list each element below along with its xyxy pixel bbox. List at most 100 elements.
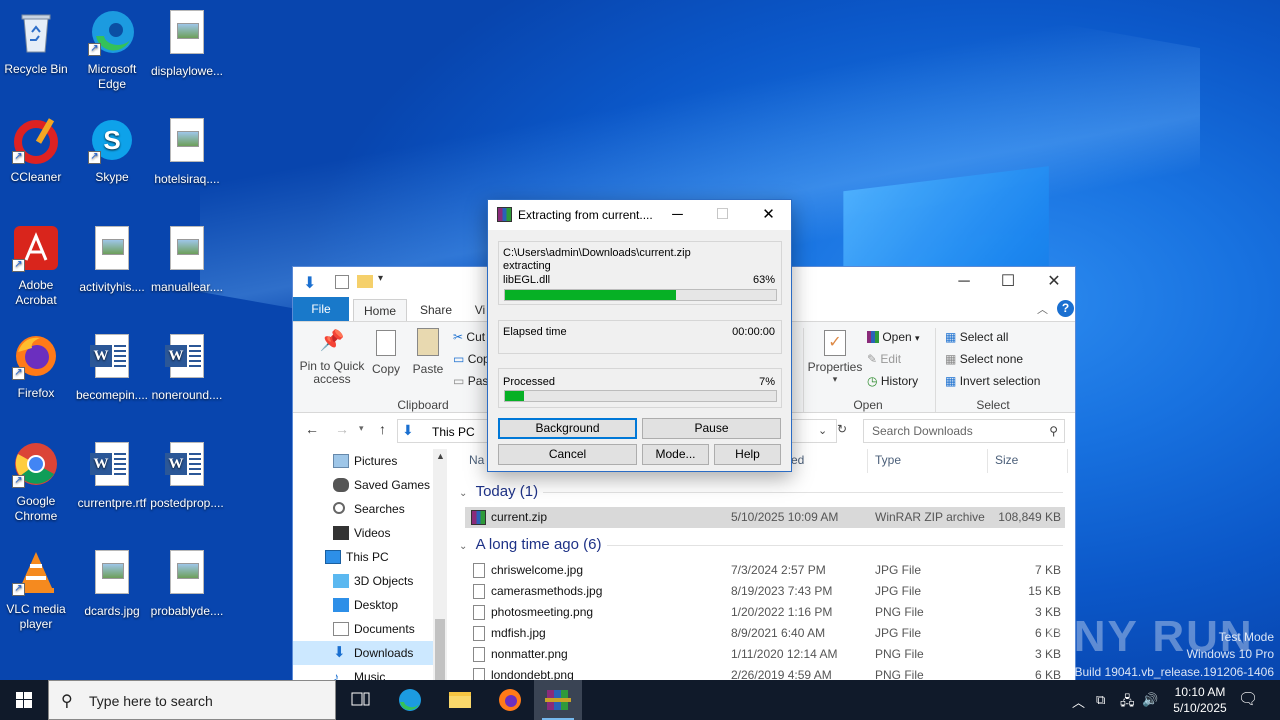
nav-item-this-pc[interactable]: This PC bbox=[293, 545, 433, 569]
desktop-icon-acrobat[interactable]: ↗ Adobe Acrobat bbox=[0, 224, 74, 308]
column-type[interactable]: Type bbox=[875, 453, 901, 467]
refresh-icon[interactable]: ↻ bbox=[837, 422, 847, 436]
search-downloads-input[interactable]: Search Downloads ⚲ bbox=[863, 419, 1065, 443]
taskbar-file-explorer[interactable] bbox=[436, 680, 484, 720]
desktop-icon-recycle-bin[interactable]: Recycle Bin bbox=[0, 8, 74, 77]
nav-item-desktop[interactable]: Desktop bbox=[293, 593, 433, 617]
open-button[interactable]: Open ▾ bbox=[867, 330, 920, 344]
nav-item-3d-objects[interactable]: 3D Objects bbox=[293, 569, 433, 593]
help-icon[interactable]: ? bbox=[1057, 300, 1074, 317]
group-header-today[interactable]: ⌄ Today (1) bbox=[459, 483, 1063, 500]
tab-home[interactable]: Home bbox=[353, 299, 407, 321]
help-button[interactable]: Help bbox=[714, 444, 781, 465]
start-button[interactable] bbox=[0, 680, 48, 720]
searches-icon bbox=[333, 502, 345, 514]
nav-item-saved-games[interactable]: Saved Games bbox=[293, 473, 433, 497]
nav-item-downloads[interactable]: ⬇ Downloads bbox=[293, 641, 433, 665]
firefox-icon: ↗ bbox=[12, 332, 60, 380]
file-row[interactable]: camerasmethods.jpg 8/19/2023 7:43 PM JPG F… bbox=[465, 581, 1065, 602]
total-progress-panel: Processed 7% bbox=[498, 368, 782, 408]
copy-path-button[interactable]: ▭ Cop bbox=[453, 352, 490, 366]
icon-label: probablyde.... bbox=[150, 604, 224, 618]
desktop-icon-edge[interactable]: ↗ Microsoft Edge bbox=[74, 8, 150, 92]
maximize-button[interactable]: ☐ bbox=[985, 267, 1031, 297]
desktop-icon-file[interactable]: manuallear.... bbox=[149, 224, 225, 295]
notifications-icon[interactable]: 🗨 bbox=[1238, 689, 1258, 709]
address-dropdown-icon[interactable]: ⌄ bbox=[818, 424, 827, 437]
desktop-icon-word-doc[interactable]: W noneround.... bbox=[149, 332, 225, 403]
properties-quick-icon[interactable] bbox=[335, 275, 349, 289]
new-folder-quick-icon[interactable] bbox=[357, 275, 373, 288]
desktop-icon-file[interactable]: dcards.jpg bbox=[74, 548, 150, 619]
volume-icon[interactable]: 🔊 bbox=[1142, 692, 1158, 708]
desktop-icon-file[interactable]: probablyde.... bbox=[149, 548, 225, 619]
back-arrow-icon[interactable]: ← bbox=[305, 421, 319, 437]
file-row[interactable]: mdfish.jpg 8/9/2021 6:40 AM JPG File 6 KB bbox=[465, 623, 1065, 644]
mode-button[interactable]: Mode... bbox=[642, 444, 709, 465]
column-size[interactable]: Size bbox=[995, 453, 1018, 467]
desktop-icon-file[interactable]: hotelsiraq.... bbox=[149, 116, 225, 187]
taskbar-firefox[interactable] bbox=[486, 680, 534, 720]
dialog-close-button[interactable]: ✕ bbox=[746, 200, 791, 230]
pause-button[interactable]: Pause bbox=[642, 418, 781, 439]
nav-item-pictures[interactable]: Pictures bbox=[293, 449, 433, 473]
paste-button[interactable]: Paste bbox=[411, 328, 445, 376]
properties-button[interactable]: ✓ Properties ▾ bbox=[807, 330, 863, 385]
close-button[interactable]: ✕ bbox=[1031, 267, 1077, 297]
column-name[interactable]: Na bbox=[469, 453, 484, 467]
copy-button[interactable]: Copy bbox=[369, 328, 403, 376]
select-all-button[interactable]: ▦ Select all bbox=[945, 330, 1008, 344]
file-row[interactable]: nonmatter.png 1/11/2020 12:14 AM PNG File 3… bbox=[465, 644, 1065, 665]
quick-access-down-arrow-icon[interactable]: ⬇ bbox=[303, 273, 316, 293]
desktop-icon-word-doc[interactable]: W currentpre.rtf bbox=[74, 440, 150, 511]
desktop-icon-word-doc[interactable]: W becomepin.... bbox=[74, 332, 150, 403]
file-row[interactable]: photosmeeting.png 1/20/2022 1:16 PM PNG Fi… bbox=[465, 602, 1065, 623]
desktop-icon-chrome[interactable]: ↗ Google Chrome bbox=[0, 440, 74, 524]
quick-access-dropdown-icon[interactable]: ▾ bbox=[378, 273, 383, 284]
desktop-icon-ccleaner[interactable]: ↗ CCleaner bbox=[0, 116, 74, 185]
ribbon-collapse-icon[interactable]: ︿ bbox=[1037, 301, 1048, 317]
task-view-button[interactable] bbox=[336, 680, 384, 720]
desktop-icon-word-doc[interactable]: W postedprop.... bbox=[149, 440, 225, 511]
column-date-modified[interactable]: ed bbox=[791, 453, 804, 467]
network-icon[interactable]: 🖧 bbox=[1120, 692, 1135, 714]
group-header-long-ago[interactable]: ⌄ A long time ago (6) bbox=[459, 536, 1063, 553]
tab-share[interactable]: Share bbox=[411, 299, 461, 321]
desktop-icon-vlc[interactable]: ↗ VLC media player bbox=[0, 548, 74, 632]
paste-shortcut-button[interactable]: ▭ Pas bbox=[453, 374, 488, 388]
tab-file[interactable]: File bbox=[293, 297, 349, 321]
icon-label: Skype bbox=[95, 170, 129, 184]
scrollbar-thumb[interactable] bbox=[435, 619, 445, 685]
taskbar-search-box[interactable]: ⚲ Type here to search bbox=[48, 680, 336, 720]
taskbar-clock[interactable]: 10:10 AM 5/10/2025 bbox=[1160, 684, 1240, 716]
cut-button[interactable]: ✂ Cut bbox=[453, 330, 485, 344]
history-button[interactable]: ◷ History bbox=[867, 374, 918, 388]
dialog-minimize-button[interactable]: ─ bbox=[655, 200, 700, 230]
meet-now-icon[interactable]: ⧉ bbox=[1096, 692, 1105, 708]
file-row-current-zip[interactable]: current.zip 5/10/2025 10:09 AM WinRAR ZI… bbox=[465, 507, 1065, 528]
invert-selection-button[interactable]: ▦ Invert selection bbox=[945, 374, 1040, 388]
select-none-button[interactable]: ▦ Select none bbox=[945, 352, 1023, 366]
recent-dropdown-icon[interactable]: ▾ bbox=[359, 423, 364, 434]
up-arrow-icon[interactable]: ↑ bbox=[379, 421, 386, 437]
nav-scrollbar[interactable]: ▲ bbox=[433, 449, 447, 685]
desktop-icon-file[interactable]: displaylowe... bbox=[149, 8, 225, 79]
taskbar-edge[interactable] bbox=[386, 680, 434, 720]
forward-arrow-icon[interactable]: → bbox=[335, 421, 349, 437]
scroll-up-icon[interactable]: ▲ bbox=[436, 451, 445, 461]
desktop-icon-skype[interactable]: S ↗ Skype bbox=[74, 116, 150, 185]
file-row[interactable]: chriswelcome.jpg 7/3/2024 2:57 PM JPG File… bbox=[465, 560, 1065, 581]
nav-item-videos[interactable]: Videos bbox=[293, 521, 433, 545]
background-button[interactable]: Background bbox=[498, 418, 637, 439]
dialog-titlebar[interactable]: Extracting from current.... ─ ☐ ✕ bbox=[488, 200, 791, 230]
edit-button[interactable]: ✎ Edit bbox=[867, 352, 901, 366]
nav-item-documents[interactable]: Documents bbox=[293, 617, 433, 641]
desktop-icon-firefox[interactable]: ↗ Firefox bbox=[0, 332, 74, 401]
pin-quick-access-button[interactable]: 📌 Pin to Quick access bbox=[299, 328, 365, 386]
minimize-button[interactable]: ─ bbox=[941, 267, 987, 297]
show-hidden-icons-chevron-icon[interactable]: ︿ bbox=[1072, 692, 1085, 711]
nav-item-searches[interactable]: Searches bbox=[293, 497, 433, 521]
desktop-icon-file[interactable]: activityhis.... bbox=[74, 224, 150, 295]
cancel-button[interactable]: Cancel bbox=[498, 444, 637, 465]
taskbar-winrar[interactable] bbox=[534, 680, 582, 720]
